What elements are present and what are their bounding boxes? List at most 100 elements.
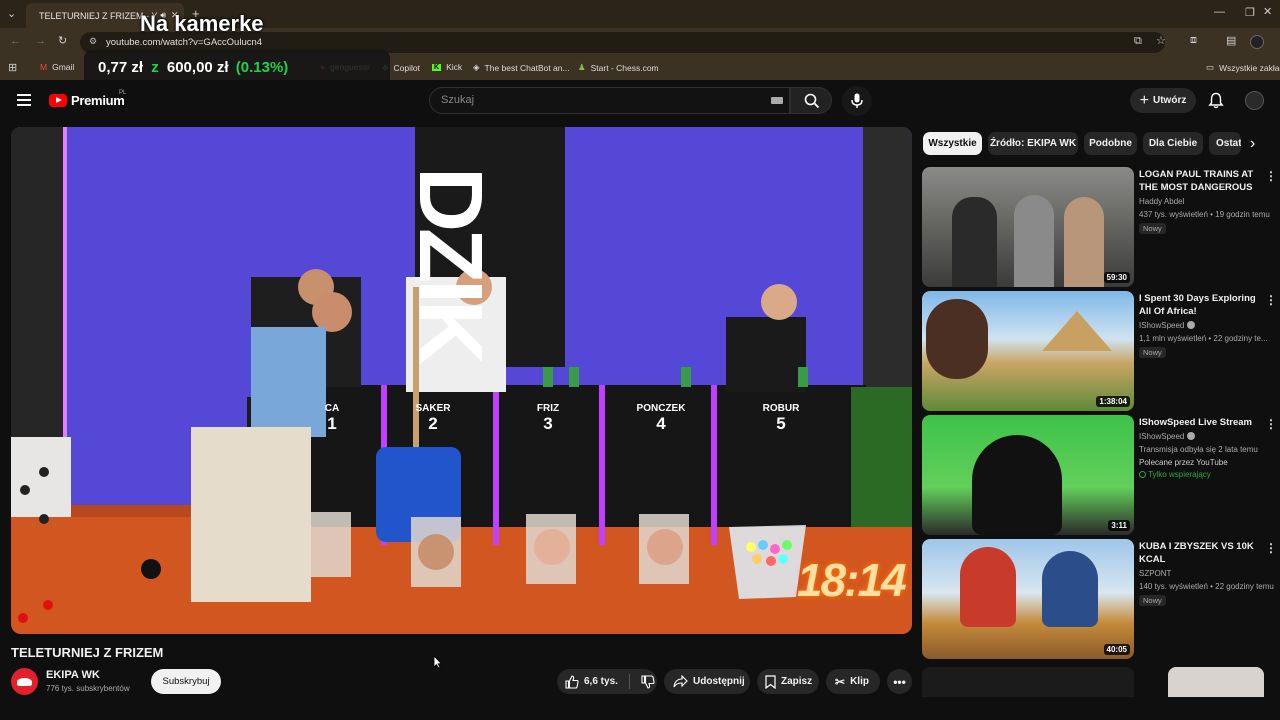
- more-vert-icon[interactable]: ⋮: [1265, 170, 1277, 182]
- new-badge: Nowy: [1139, 347, 1166, 358]
- verified-icon: [1186, 432, 1195, 440]
- tab-search-icon[interactable]: ⌄: [7, 7, 16, 20]
- duration-badge: 40:05: [1103, 644, 1130, 655]
- rec-meta: 437 tys. wyświetleń • 19 godzin temu: [1139, 210, 1270, 219]
- rec-channel[interactable]: SZPONT: [1139, 569, 1171, 578]
- podium-3: FRIZ 3: [536, 403, 560, 433]
- keyboard-icon[interactable]: [771, 97, 783, 104]
- stream-overlay-title: Na kamerke: [140, 11, 264, 36]
- channel-avatar[interactable]: [11, 668, 38, 695]
- channel-name[interactable]: EKIPA WK: [46, 669, 100, 681]
- search-input[interactable]: Szukaj: [429, 87, 790, 114]
- like-button[interactable]: 6,6 tys.: [565, 674, 618, 689]
- youtube-premium-logo[interactable]: Premium: [71, 93, 125, 108]
- voice-search-button[interactable]: [842, 86, 872, 116]
- video-player[interactable]: DZIK CA 1 SAKER 2 FRIZ 3 PONCZEK 4 ROBUR…: [11, 127, 912, 634]
- minimize-icon[interactable]: —: [1214, 6, 1225, 18]
- bookmark-star-icon[interactable]: ☆: [1156, 34, 1166, 47]
- scissors-icon: ✂: [835, 674, 846, 689]
- save-button[interactable]: Zapisz: [757, 669, 819, 694]
- notifications-bell-icon[interactable]: [1208, 92, 1224, 109]
- bookmark-gmail[interactable]: M Gmail: [40, 62, 74, 72]
- rec-channel[interactable]: IShowSpeed: [1139, 432, 1195, 441]
- thumbnail[interactable]: 1:38:04: [922, 291, 1134, 411]
- site-info-icon[interactable]: ⚙: [89, 36, 97, 47]
- verified-icon: [1186, 321, 1195, 329]
- account-avatar[interactable]: [1245, 91, 1264, 110]
- bookmark-all[interactable]: ▭Wszystkie zakładki: [1206, 62, 1280, 73]
- rec-title[interactable]: I Spent 30 Days Exploring All Of Africa!: [1139, 292, 1261, 318]
- microphone-icon: [851, 93, 863, 108]
- chess-icon: ♟: [578, 62, 586, 72]
- rec-title[interactable]: KUBA I ZBYSZEK VS 10K KCAL: [1139, 540, 1261, 566]
- thumbnail[interactable]: 59:30: [922, 167, 1134, 287]
- chip-similar[interactable]: Podobne: [1084, 132, 1137, 155]
- members-icon: [1139, 471, 1146, 478]
- bookmark-chatbot[interactable]: ◈ The best ChatBot an...: [473, 62, 570, 73]
- thumbnail[interactable]: 40:05: [922, 539, 1134, 659]
- like-count: 6,6 tys.: [584, 676, 618, 687]
- rec-meta: 1,1 mln wyświetleń • 22 godziny te...: [1139, 334, 1268, 343]
- recommendation-item[interactable]: 1:38:04 I Spent 30 Days Exploring All Of…: [922, 291, 1280, 411]
- bookmark-chess[interactable]: ♟ Start - Chess.com: [578, 62, 659, 73]
- recommendation-item[interactable]: 59:30 LOGAN PAUL TRAINS AT THE MOST DANG…: [922, 167, 1280, 287]
- thumb-person: [1042, 551, 1098, 627]
- chatbot-icon: ◈: [473, 62, 480, 72]
- more-vert-icon[interactable]: ⋮: [1265, 542, 1277, 554]
- recommendation-item[interactable]: 40:05 KUBA I ZBYSZEK VS 10K KCAL SZPONT …: [922, 539, 1280, 659]
- back-icon[interactable]: ←: [10, 35, 21, 47]
- rec-meta: 140 tys. wyświetleń • 22 godziny temu: [1139, 582, 1274, 591]
- podium-1: CA 1: [324, 403, 340, 433]
- chips-next-icon[interactable]: ›: [1250, 135, 1255, 153]
- thumb-person: [1064, 197, 1104, 287]
- rec-channel[interactable]: IShowSpeed: [1139, 321, 1195, 330]
- chip-all[interactable]: Wszystkie: [923, 132, 982, 155]
- reload-icon[interactable]: ↻: [58, 34, 67, 47]
- rec-meta: Transmisja odbyła się 2 lata temu: [1139, 445, 1258, 454]
- thumb-person: [1014, 195, 1054, 287]
- video-title: TELETURNIEJ Z FRIZEM: [11, 645, 164, 660]
- reading-list-icon[interactable]: ▤: [1226, 34, 1236, 47]
- recommendation-peek[interactable]: [922, 667, 1134, 697]
- subscribe-button[interactable]: Subskrybuj: [151, 669, 221, 694]
- recommendation-peek[interactable]: [1168, 667, 1264, 697]
- url-text: youtube.com/watch?v=GAccOulucn4: [106, 37, 263, 48]
- chip-source[interactable]: Źródło: EKIPA WK: [988, 132, 1078, 155]
- more-vert-icon[interactable]: ⋮: [1265, 294, 1277, 306]
- menu-icon[interactable]: [17, 94, 31, 106]
- thumb-person: [972, 435, 1062, 535]
- apps-grid-icon[interactable]: ⊞: [8, 61, 17, 74]
- profile-avatar[interactable]: [1250, 35, 1264, 49]
- rec-channel[interactable]: Haddy Abdel: [1139, 197, 1184, 206]
- rec-title[interactable]: LOGAN PAUL TRAINS AT THE MOST DANGEROUS …: [1139, 168, 1261, 195]
- search-button[interactable]: [790, 87, 832, 114]
- podium-2: SAKER 2: [415, 403, 451, 433]
- podium-4: PONCZEK 4: [636, 403, 686, 433]
- recommendation-item[interactable]: 3:11 IShowSpeed Live Stream IShowSpeed T…: [922, 415, 1280, 535]
- youtube-logo-icon[interactable]: [49, 94, 67, 107]
- forward-icon[interactable]: →: [35, 35, 46, 47]
- more-horizontal-icon: •••: [893, 674, 906, 689]
- close-window-icon[interactable]: ✕: [1263, 5, 1272, 18]
- cast-icon[interactable]: ⧉: [1134, 35, 1142, 48]
- like-dislike-group: 6,6 tys.: [557, 669, 657, 694]
- wall-text: DZIK: [400, 167, 500, 361]
- bookmark-kick[interactable]: K Kick: [432, 62, 462, 72]
- restore-icon[interactable]: ❐: [1245, 6, 1255, 19]
- rec-title[interactable]: IShowSpeed Live Stream: [1139, 416, 1261, 429]
- duration-badge: 3:11: [1108, 520, 1130, 531]
- donation-of: z: [151, 59, 159, 76]
- clip-button[interactable]: ✂ Klip: [826, 669, 880, 694]
- kick-icon: K: [432, 63, 442, 71]
- extensions-icon[interactable]: ⧈: [1190, 34, 1197, 47]
- more-actions-button[interactable]: •••: [887, 669, 912, 694]
- thumbs-down-icon[interactable]: [641, 674, 655, 689]
- new-badge: Nowy: [1139, 595, 1166, 606]
- share-button[interactable]: Udostępnij: [664, 669, 750, 694]
- more-vert-icon[interactable]: ⋮: [1265, 418, 1277, 430]
- create-button[interactable]: + Utwórz: [1130, 88, 1196, 113]
- duration-badge: 1:38:04: [1096, 396, 1130, 407]
- thumbnail[interactable]: 3:11: [922, 415, 1134, 535]
- chip-for-you[interactable]: Dla Ciebie: [1143, 132, 1203, 155]
- chip-recent[interactable]: Ostat: [1209, 132, 1241, 155]
